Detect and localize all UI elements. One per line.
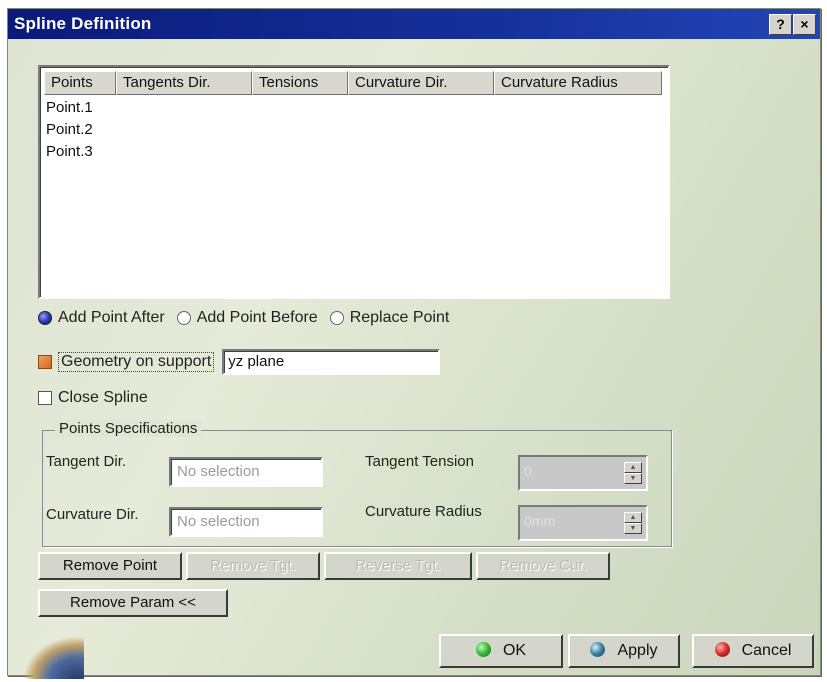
remove-param-button[interactable]: Remove Param << bbox=[38, 589, 228, 617]
spin-up-icon[interactable]: ▲ bbox=[624, 462, 642, 473]
column-header-tensions[interactable]: Tensions bbox=[252, 71, 348, 95]
cancel-icon bbox=[714, 642, 730, 657]
corner-decoration bbox=[14, 629, 84, 679]
add-point-after-radio[interactable] bbox=[38, 311, 52, 325]
column-header-points[interactable]: Points bbox=[44, 71, 116, 95]
curvature-radius-label: Curvature Radius bbox=[365, 503, 482, 520]
column-header-curvature-radius[interactable]: Curvature Radius bbox=[494, 71, 662, 95]
points-table[interactable]: Points Tangents Dir. Tensions Curvature … bbox=[38, 65, 670, 299]
geometry-on-support-label[interactable]: Geometry on support bbox=[58, 352, 215, 372]
tangent-tension-label: Tangent Tension bbox=[365, 453, 474, 470]
spline-definition-dialog: Spline Definition ? × Points Tangents Di… bbox=[7, 8, 821, 679]
tangent-tension-value: 0 bbox=[524, 463, 532, 479]
geometry-on-support-checkbox[interactable] bbox=[38, 355, 52, 369]
table-body: Point.1 Point.2 Point.3 bbox=[44, 97, 93, 163]
cancel-label: Cancel bbox=[741, 642, 792, 659]
table-row[interactable]: Point.2 bbox=[44, 119, 93, 141]
tangent-tension-spin-buttons: ▲ ▼ bbox=[624, 462, 642, 484]
curvature-dir-field[interactable]: No selection bbox=[169, 507, 323, 537]
spin-down-icon[interactable]: ▼ bbox=[624, 473, 642, 484]
curvature-radius-spinner[interactable]: 0mm ▲ ▼ bbox=[518, 505, 648, 541]
ok-label: OK bbox=[502, 642, 527, 659]
apply-icon bbox=[590, 642, 606, 657]
table-row[interactable]: Point.3 bbox=[44, 141, 93, 163]
dialog-title: Spline Definition bbox=[14, 14, 152, 33]
add-point-before-radio[interactable] bbox=[176, 311, 191, 325]
help-button[interactable]: ? bbox=[769, 14, 792, 35]
remove-point-button[interactable]: Remove Point bbox=[38, 552, 182, 580]
close-spline-row: Close Spline bbox=[38, 389, 148, 407]
table-row[interactable]: Point.1 bbox=[44, 97, 93, 119]
apply-button[interactable]: Apply bbox=[568, 634, 680, 668]
apply-label: Apply bbox=[617, 642, 658, 659]
column-header-curvature-dir[interactable]: Curvature Dir. bbox=[348, 71, 494, 95]
tangent-dir-label: Tangent Dir. bbox=[46, 453, 127, 470]
ok-button[interactable]: OK bbox=[439, 634, 563, 668]
tangent-tension-spinner[interactable]: 0 ▲ ▼ bbox=[518, 455, 648, 491]
points-specifications-group: Points Specifications Tangent Dir. No se… bbox=[42, 420, 672, 547]
add-point-before-label[interactable]: Add Point Before bbox=[197, 309, 318, 327]
add-point-after-label[interactable]: Add Point After bbox=[58, 309, 165, 327]
curvature-dir-label: Curvature Dir. bbox=[46, 506, 139, 523]
table-header: Points Tangents Dir. Tensions Curvature … bbox=[44, 71, 662, 95]
close-button[interactable]: × bbox=[793, 14, 816, 35]
spin-up-icon[interactable]: ▲ bbox=[624, 512, 642, 523]
replace-point-radio[interactable] bbox=[329, 311, 344, 325]
support-input[interactable]: yz plane bbox=[222, 349, 441, 375]
tangent-dir-field[interactable]: No selection bbox=[169, 457, 323, 487]
spin-down-icon[interactable]: ▼ bbox=[624, 523, 642, 534]
ok-icon bbox=[475, 642, 491, 657]
curvature-radius-value: 0mm bbox=[524, 513, 556, 529]
close-spline-label[interactable]: Close Spline bbox=[58, 389, 148, 407]
geometry-on-support-row: Geometry on support yz plane bbox=[38, 349, 441, 375]
curvature-radius-spin-buttons: ▲ ▼ bbox=[624, 512, 642, 534]
replace-point-label[interactable]: Replace Point bbox=[350, 309, 450, 327]
remove-tangent-button[interactable]: Remove Tgt. bbox=[186, 552, 320, 580]
insert-mode-group: Add Point After Add Point Before Replace… bbox=[38, 307, 461, 329]
title-bar[interactable]: Spline Definition ? × bbox=[8, 9, 820, 39]
reverse-tangent-button[interactable]: Reverse Tgt. bbox=[324, 552, 472, 580]
remove-curvature-button[interactable]: Remove Cur. bbox=[476, 552, 610, 580]
cancel-button[interactable]: Cancel bbox=[692, 634, 814, 668]
column-header-tangents-dir[interactable]: Tangents Dir. bbox=[116, 71, 252, 95]
close-spline-checkbox[interactable] bbox=[38, 391, 52, 405]
group-title: Points Specifications bbox=[55, 420, 202, 437]
